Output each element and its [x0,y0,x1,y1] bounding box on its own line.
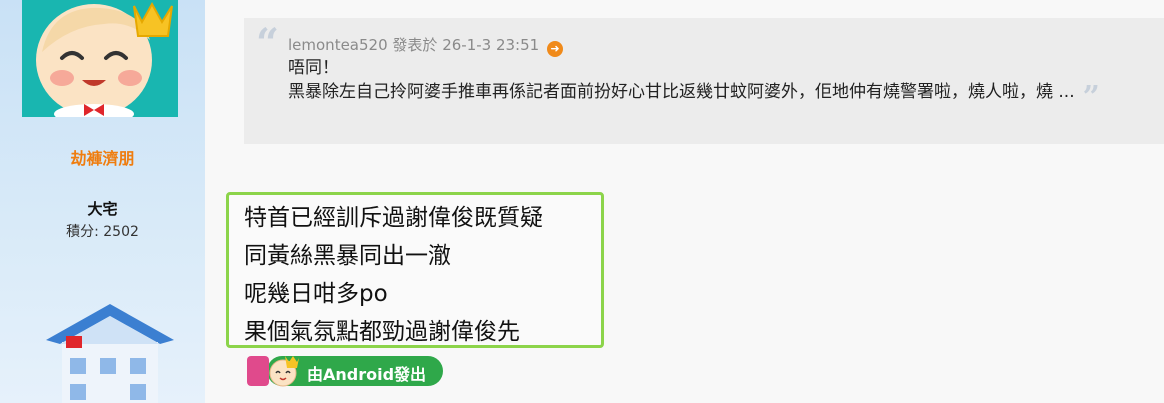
close-quote-icon: ” [1082,80,1100,115]
quote-line-2-text: 黑暴除左自己拎阿婆手推車再係記者面前扮好心甘比返幾廿蚊阿婆外，佢地仲有燒警署啦，… [288,82,1075,102]
poster-sidebar: 劫褲濟朋 大宅 積分: 2502 [0,0,205,403]
baby-avatar-image [22,0,178,117]
android-device-badge[interactable]: 由Android發出 [247,354,443,388]
house-decoration [46,304,174,403]
quote-text: 唔同！ 黑暴除左自己拎阿婆手推車再係記者面前扮好心甘比返幾廿蚊阿婆外，佢地仲有燒… [288,56,1158,115]
reply-line-3: 呢幾日咁多po [244,281,388,307]
reply-line-1: 特首已經訓斥過謝偉俊既質疑 [244,205,543,231]
baby-mascot-icon [269,356,299,387]
poster-points: 積分: 2502 [66,224,139,240]
badge-label: 由Android發出 [307,365,427,384]
quote-line-2: 黑暴除左自己拎阿婆手推車再係記者面前扮好心甘比返幾廿蚊阿婆外，佢地仲有燒警署啦，… [288,80,1158,115]
quote-datetime: 26-1-3 23:51 [442,36,540,54]
reply-line-4: 果個氣氛點都勁過謝偉俊先 [244,319,520,345]
quote-posted-label: 發表於 [392,36,438,54]
reply-content: 特首已經訓斥過謝偉俊既質疑 同黃絲黑暴同出一澈 呢幾日咁多po 果個氣氛點都勁過… [226,192,604,348]
poster-rank: 大宅 [87,200,118,218]
jump-to-post-icon[interactable]: ➜ [546,41,563,57]
open-quote-icon: “ [256,20,280,67]
poster-name[interactable]: 劫褲濟朋 [0,145,205,169]
quote-line-1: 唔同！ [288,58,339,78]
quote-block: “ lemontea520 發表於 26-1-3 23:51 ➜ 唔同！ 黑暴除… [244,18,1164,144]
quote-author[interactable]: lemontea520 [288,36,388,54]
reply-line-2: 同黃絲黑暴同出一澈 [244,243,451,269]
avatar[interactable] [22,0,178,117]
quote-meta: lemontea520 發表於 26-1-3 23:51 ➜ [288,34,563,57]
